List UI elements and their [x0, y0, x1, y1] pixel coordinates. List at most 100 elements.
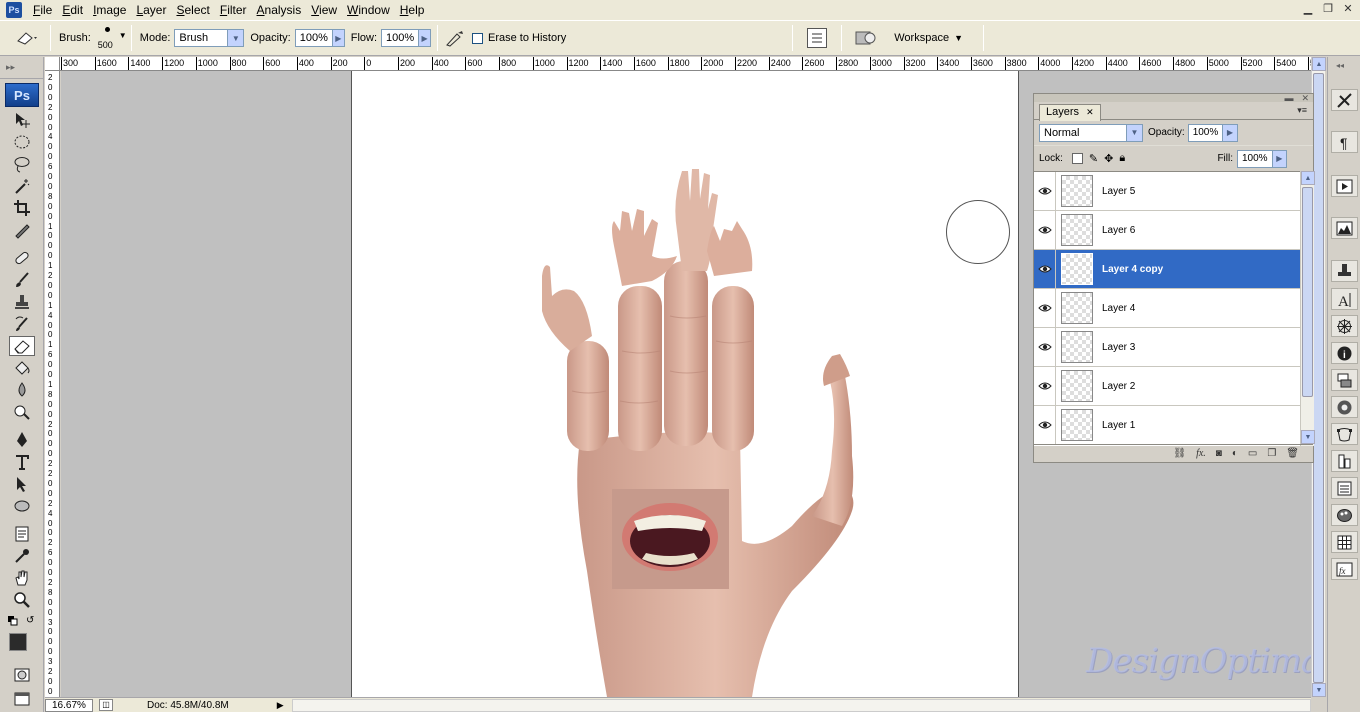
zoom-tool-icon[interactable]	[9, 590, 35, 610]
screen-mode-icon[interactable]	[9, 689, 35, 709]
panel-titlebar[interactable]: ▬ ✕	[1034, 93, 1313, 103]
group-icon[interactable]: ▭	[1248, 448, 1257, 459]
visibility-eye-icon[interactable]	[1034, 288, 1056, 328]
layer-row[interactable]: Layer 4	[1034, 288, 1300, 328]
layer-row[interactable]: Layer 4 copy	[1034, 249, 1300, 289]
scroll-down-icon[interactable]: ▼	[1301, 430, 1315, 444]
foreground-color-swatch[interactable]	[9, 633, 27, 651]
minimize-icon[interactable]: ▁	[1300, 2, 1316, 16]
menu-item[interactable]: File	[28, 0, 57, 20]
layer-comps-icon[interactable]	[1331, 369, 1358, 391]
brush-picker[interactable]: 500 ▼	[95, 23, 127, 53]
bridge-icon[interactable]	[854, 28, 878, 48]
blend-mode-select[interactable]: Normal ▼	[1039, 123, 1143, 142]
scroll-thumb[interactable]	[1313, 73, 1324, 683]
erase-history-checkbox[interactable]	[472, 32, 484, 44]
character-icon[interactable]: A	[1331, 288, 1358, 310]
pen-tool-icon[interactable]	[9, 430, 35, 450]
link-icon[interactable]: ⛓	[1173, 448, 1186, 459]
layer-row[interactable]: Layer 6	[1034, 210, 1300, 250]
notes-tool-icon[interactable]	[9, 524, 35, 544]
lock-transparency-icon[interactable]	[1071, 153, 1083, 164]
zoom-field[interactable]: 16.67%	[45, 698, 93, 712]
visibility-eye-icon[interactable]	[1034, 327, 1056, 367]
shape-tool-icon[interactable]	[9, 496, 35, 516]
menu-item[interactable]: Layer	[131, 0, 171, 20]
scroll-up-icon[interactable]: ▲	[1312, 57, 1326, 71]
status-arrow-icon[interactable]: ▶	[277, 700, 284, 711]
lock-all-icon[interactable]: 🔒︎	[1119, 152, 1125, 165]
palette-well-icon[interactable]	[807, 28, 828, 48]
layer-thumbnail[interactable]	[1061, 214, 1093, 246]
clone-source-icon[interactable]	[1331, 260, 1358, 282]
visibility-eye-icon[interactable]	[1034, 405, 1056, 445]
close-icon[interactable]: ✕	[1340, 2, 1356, 16]
swatches-icon[interactable]	[1331, 504, 1358, 526]
opacity-field[interactable]: 100% ▶	[294, 29, 345, 47]
clone-stamp-tool-icon[interactable]	[9, 292, 35, 312]
mask-icon[interactable]: ◙	[1216, 448, 1222, 459]
visibility-eye-icon[interactable]	[1034, 249, 1056, 289]
chevron-right-icon[interactable]: ▶	[1222, 124, 1237, 141]
paragraph-icon[interactable]: ¶	[1331, 131, 1358, 153]
visibility-eye-icon[interactable]	[1034, 366, 1056, 406]
layer-thumbnail[interactable]	[1061, 331, 1093, 363]
workspace-button[interactable]: Workspace ▼	[894, 32, 963, 44]
histogram-icon[interactable]	[1331, 217, 1358, 239]
panel-menu-icon[interactable]: ▾≡	[1297, 105, 1307, 116]
chevron-down-icon[interactable]: ▼	[1126, 124, 1142, 141]
chevron-down-icon[interactable]: ▼	[227, 30, 244, 46]
menu-item[interactable]: Select	[171, 0, 214, 20]
chevron-right-icon[interactable]: ▶	[418, 30, 431, 46]
layer-thumbnail[interactable]	[1061, 370, 1093, 402]
fill-field[interactable]: 100% ▶	[1237, 149, 1287, 168]
styles-icon[interactable]: fx	[1331, 558, 1358, 580]
visibility-eye-icon[interactable]	[1034, 172, 1056, 211]
menu-item[interactable]: Window	[342, 0, 395, 20]
restore-icon[interactable]: ❐	[1320, 2, 1336, 16]
scroll-down-icon[interactable]: ▼	[1312, 683, 1326, 697]
airbrush-icon[interactable]	[444, 27, 466, 49]
path-selection-tool-icon[interactable]	[9, 474, 35, 494]
eraser-tool-icon[interactable]	[9, 336, 35, 356]
move-tool-icon[interactable]	[9, 110, 35, 130]
color-icon[interactable]	[1331, 396, 1358, 418]
lock-position-icon[interactable]: ✥	[1104, 152, 1113, 165]
menu-item[interactable]: Filter	[215, 0, 252, 20]
channels-icon[interactable]	[1331, 531, 1358, 553]
paint-bucket-tool-icon[interactable]	[9, 358, 35, 378]
default-colors-icon[interactable]	[8, 616, 18, 626]
visibility-eye-icon[interactable]	[1034, 210, 1056, 250]
document-canvas[interactable]	[351, 71, 1019, 697]
toolbox-grip[interactable]: ▸▸	[0, 57, 43, 79]
fx-icon[interactable]: fx.	[1196, 448, 1206, 459]
lock-pixels-icon[interactable]: ✎	[1089, 152, 1098, 165]
status-menu-icon[interactable]: ◫	[99, 699, 113, 711]
layer-row[interactable]: Layer 5	[1034, 172, 1300, 211]
horizontal-scrollbar[interactable]	[291, 698, 1311, 712]
menu-item[interactable]: Analysis	[252, 0, 307, 20]
layer-thumbnail[interactable]	[1061, 253, 1093, 285]
flow-field[interactable]: 100% ▶	[381, 29, 432, 47]
chevron-right-icon[interactable]: ▶	[1271, 150, 1286, 167]
slice-tool-icon[interactable]	[9, 220, 35, 240]
mode-select[interactable]: Brush ▼	[174, 29, 245, 47]
paths-icon[interactable]	[1331, 423, 1358, 445]
layer-row[interactable]: Layer 3	[1034, 327, 1300, 367]
layer-row[interactable]: Layer 1	[1034, 405, 1300, 445]
swap-colors-icon[interactable]: ↺	[26, 616, 36, 626]
chevron-right-icon[interactable]: ▶	[331, 30, 344, 46]
navigator-icon[interactable]	[1331, 315, 1358, 337]
healing-brush-tool-icon[interactable]	[9, 248, 35, 268]
eyedropper-tool-icon[interactable]	[9, 546, 35, 566]
layer-thumbnail[interactable]	[1061, 175, 1093, 207]
tab-layers[interactable]: Layers ✕	[1039, 104, 1101, 121]
app-icon[interactable]: Ps	[6, 2, 22, 18]
info-icon[interactable]: i	[1331, 342, 1358, 364]
magic-wand-tool-icon[interactable]	[9, 176, 35, 196]
menu-item[interactable]: Image	[88, 0, 131, 20]
layer-row[interactable]: Layer 2	[1034, 366, 1300, 406]
layer-thumbnail[interactable]	[1061, 409, 1093, 441]
actions-icon[interactable]	[1331, 175, 1358, 197]
trash-icon[interactable]: 🗑︎	[1286, 448, 1299, 459]
